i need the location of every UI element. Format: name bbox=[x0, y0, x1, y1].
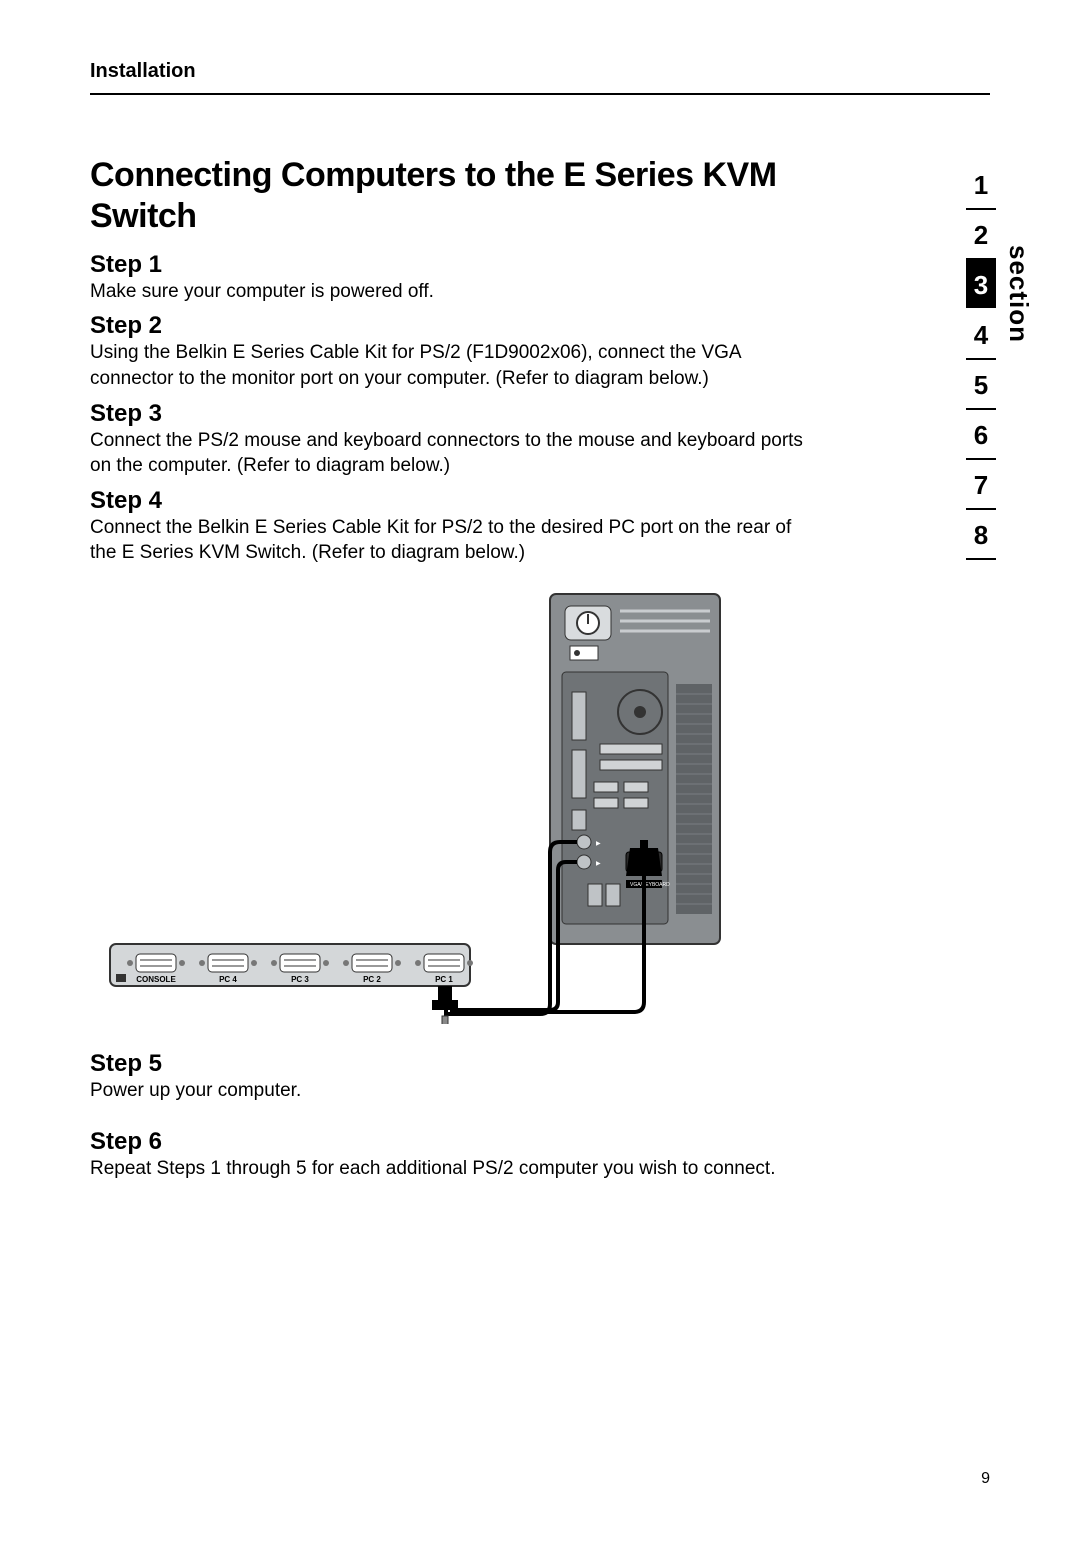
step-4-body: Connect the Belkin E Series Cable Kit fo… bbox=[90, 515, 820, 566]
section-nav-1: 1 bbox=[966, 160, 996, 210]
section-nav-7: 7 bbox=[966, 460, 996, 510]
svg-text:PC 3: PC 3 bbox=[291, 975, 309, 984]
step-2-body: Using the Belkin E Series Cable Kit for … bbox=[90, 340, 820, 391]
kvm-plug-icon bbox=[438, 986, 452, 1000]
step-5-heading: Step 5 bbox=[90, 1050, 820, 1078]
step-2-heading: Step 2 bbox=[90, 312, 820, 340]
step-1-body: Make sure your computer is powered off. bbox=[90, 279, 820, 305]
step-5-body: Power up your computer. bbox=[90, 1078, 820, 1104]
connection-diagram: ▶ ▶ VGA/KEYBOARD bbox=[90, 584, 820, 1024]
section-nav-6: 6 bbox=[966, 410, 996, 460]
section-header: Installation bbox=[90, 60, 990, 83]
section-nav-4: 4 bbox=[966, 310, 996, 360]
section-nav: 1 2 3 4 5 6 7 8 bbox=[960, 160, 1002, 560]
svg-text:▶: ▶ bbox=[596, 841, 601, 847]
step-3-heading: Step 3 bbox=[90, 400, 820, 428]
svg-text:CONSOLE: CONSOLE bbox=[136, 975, 176, 984]
section-nav-3: 3 bbox=[966, 260, 996, 308]
page-title: Connecting Computers to the E Series KVM… bbox=[90, 155, 820, 237]
svg-text:▶: ▶ bbox=[596, 861, 601, 867]
step-1-heading: Step 1 bbox=[90, 251, 820, 279]
kvm-switch-icon: CONSOLE PC 4 PC 3 PC 2 PC 1 bbox=[110, 944, 473, 986]
svg-text:VGA/KEYBOARD: VGA/KEYBOARD bbox=[630, 882, 670, 888]
section-nav-2: 2 bbox=[966, 210, 996, 260]
step-4-heading: Step 4 bbox=[90, 487, 820, 515]
step-6-body: Repeat Steps 1 through 5 for each additi… bbox=[90, 1156, 820, 1182]
section-nav-8: 8 bbox=[966, 510, 996, 560]
section-nav-5: 5 bbox=[966, 360, 996, 410]
svg-text:PC 4: PC 4 bbox=[219, 975, 237, 984]
step-3-body: Connect the PS/2 mouse and keyboard conn… bbox=[90, 428, 820, 479]
page-number: 9 bbox=[981, 1470, 990, 1488]
svg-text:PC 1: PC 1 bbox=[435, 975, 453, 984]
header-divider bbox=[90, 93, 990, 95]
svg-text:PC 2: PC 2 bbox=[363, 975, 381, 984]
step-6-heading: Step 6 bbox=[90, 1128, 820, 1156]
section-nav-label: section bbox=[1003, 245, 1034, 343]
computer-tower-icon: ▶ ▶ VGA/KEYBOARD bbox=[550, 594, 720, 944]
